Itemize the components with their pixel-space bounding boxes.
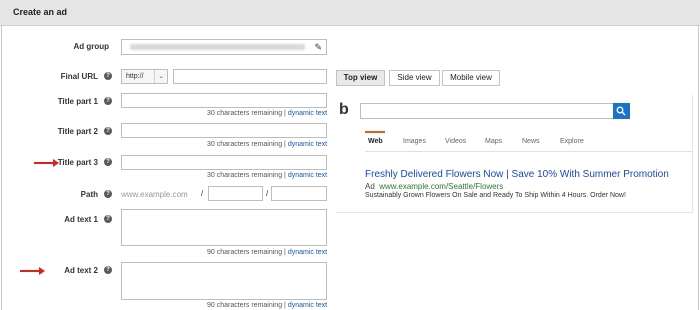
final-url-label: Final URL xyxy=(60,72,98,81)
title-part-1-input[interactable] xyxy=(121,93,327,108)
ad-preview-description: Sustainably Grown Flowers On Sale and Re… xyxy=(365,192,626,199)
dynamic-text-link[interactable]: dynamic text xyxy=(288,172,327,179)
title-part-3-input[interactable] xyxy=(121,155,327,170)
nav-videos[interactable]: Videos xyxy=(445,138,466,145)
frame-border-right xyxy=(698,25,699,310)
path-domain: www.example.com xyxy=(121,190,188,199)
nav-maps[interactable]: Maps xyxy=(485,138,502,145)
ad-preview-title[interactable]: Freshly Delivered Flowers Now | Save 10%… xyxy=(365,169,669,180)
ad-group-label: Ad group xyxy=(73,42,109,51)
title-part-2-input[interactable] xyxy=(121,123,327,138)
path-2-input[interactable] xyxy=(271,186,327,201)
remaining-count: 30 characters remaining | xyxy=(207,110,286,117)
bing-logo-icon: b xyxy=(339,101,349,118)
ad-text-2-label: Ad text 2 xyxy=(64,266,98,275)
path-label: Path xyxy=(80,190,98,199)
title-part-2-label: Title part 2 xyxy=(57,127,98,136)
path-slash-2: / xyxy=(266,189,269,198)
dynamic-text-link[interactable]: dynamic text xyxy=(288,302,327,309)
dynamic-text-link[interactable]: dynamic text xyxy=(288,110,327,117)
ad-preview-panel: b Web Images Videos Maps News Explore Fr… xyxy=(336,95,693,213)
path-slash-1: / xyxy=(201,189,204,198)
final-url-input[interactable] xyxy=(173,69,327,84)
tab-side-view[interactable]: Side view xyxy=(389,70,440,86)
web-tab-underline xyxy=(365,131,385,133)
ad-text-2-remaining: 90 characters remaining | dynamic text xyxy=(207,302,327,309)
ad-text-2-textarea[interactable] xyxy=(121,262,327,300)
ad-text-1-label: Ad text 1 xyxy=(64,215,98,224)
protocol-select[interactable]: http:// ⌄ xyxy=(121,69,168,84)
nav-images[interactable]: Images xyxy=(403,138,426,145)
help-icon[interactable]: ? xyxy=(104,72,112,80)
ad-preview-url: www.example.com/Seattle/Flowers xyxy=(379,182,504,191)
help-icon[interactable]: ? xyxy=(104,97,112,105)
ad-badge: Ad xyxy=(365,182,375,191)
title-part-2-remaining: 30 characters remaining | dynamic text xyxy=(207,141,327,148)
ad-text-1-textarea[interactable] xyxy=(121,209,327,246)
nav-news[interactable]: News xyxy=(522,138,540,145)
help-icon[interactable]: ? xyxy=(104,127,112,135)
remaining-count: 30 characters remaining | xyxy=(207,141,286,148)
remaining-count: 30 characters remaining | xyxy=(207,172,286,179)
help-icon[interactable]: ? xyxy=(104,158,112,166)
title-part-3-remaining: 30 characters remaining | dynamic text xyxy=(207,172,327,179)
page-title: Create an ad xyxy=(13,7,68,17)
help-icon[interactable]: ? xyxy=(104,266,112,274)
ad-group-field[interactable]: ✎ xyxy=(121,39,327,55)
ad-preview-url-line: Ad www.example.com/Seattle/Flowers xyxy=(365,182,503,191)
path-1-input[interactable] xyxy=(208,186,263,201)
nav-explore[interactable]: Explore xyxy=(560,138,584,145)
frame-border-left xyxy=(1,25,2,310)
remaining-count: 90 characters remaining | xyxy=(207,249,286,256)
ad-group-value-blurred xyxy=(130,44,305,50)
page-header: Create an ad xyxy=(0,0,700,26)
preview-search-input[interactable] xyxy=(360,103,615,119)
help-icon[interactable]: ? xyxy=(104,215,112,223)
nav-web[interactable]: Web xyxy=(368,138,383,145)
dynamic-text-link[interactable]: dynamic text xyxy=(288,249,327,256)
protocol-select-value: http:// xyxy=(126,73,144,80)
search-icon xyxy=(616,106,626,116)
title-part-1-label: Title part 1 xyxy=(57,97,98,106)
help-icon[interactable]: ? xyxy=(104,190,112,198)
search-button[interactable] xyxy=(613,103,630,119)
ad-text-1-remaining: 90 characters remaining | dynamic text xyxy=(207,249,327,256)
chevron-down-icon: ⌄ xyxy=(154,70,167,83)
tab-top-view[interactable]: Top view xyxy=(336,70,385,86)
title-part-1-remaining: 30 characters remaining | dynamic text xyxy=(207,110,327,117)
dynamic-text-link[interactable]: dynamic text xyxy=(288,141,327,148)
nav-divider xyxy=(365,151,693,152)
pencil-icon[interactable]: ✎ xyxy=(314,42,322,53)
title-part-3-label: Title part 3 xyxy=(57,158,98,167)
remaining-count: 90 characters remaining | xyxy=(207,302,286,309)
tab-mobile-view[interactable]: Mobile view xyxy=(442,70,500,86)
